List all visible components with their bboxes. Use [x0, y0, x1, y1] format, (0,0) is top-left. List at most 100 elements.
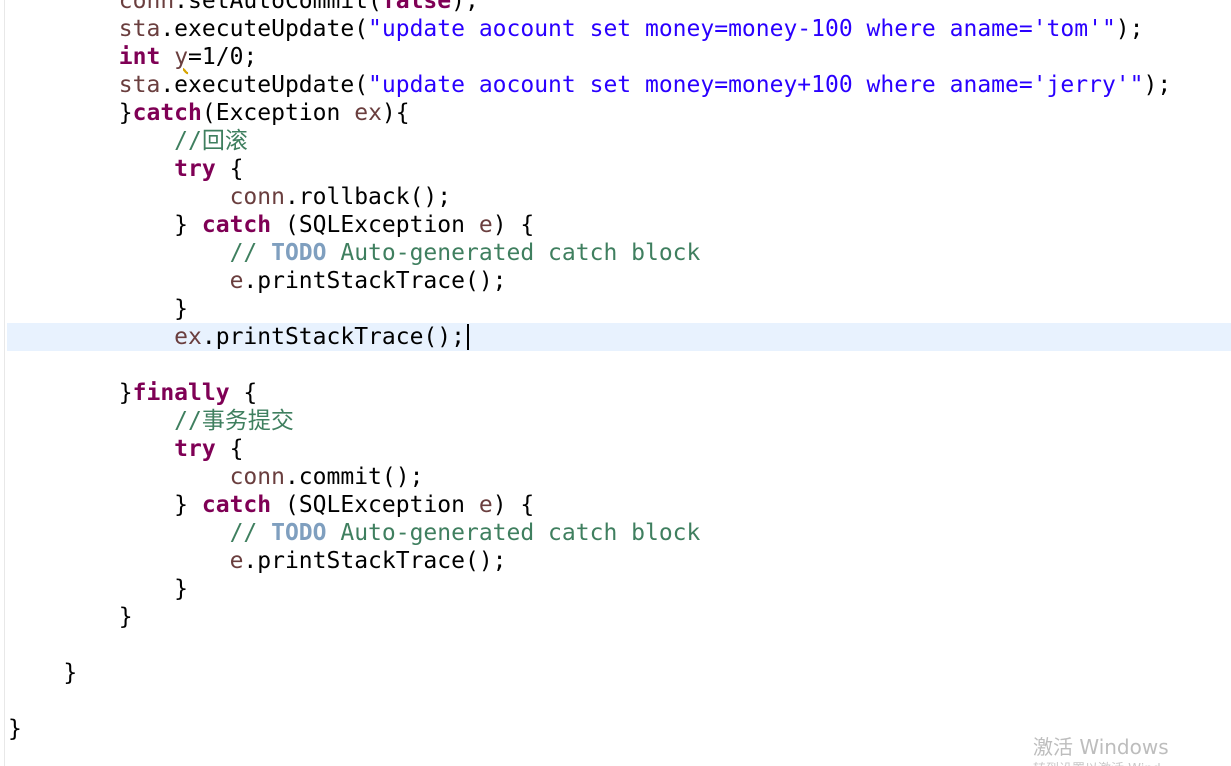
code-token: .commit(); [284, 464, 424, 490]
activate-windows-watermark: 激活 Windows [1033, 735, 1169, 759]
code-token: (SQLException [271, 212, 479, 238]
code-token: TODO [271, 240, 327, 266]
code-token: { [215, 436, 244, 462]
code-token: ); [1115, 16, 1144, 42]
code-token: } [174, 296, 189, 322]
code-token: (Exception [201, 100, 355, 126]
code-token: sta [118, 16, 161, 42]
code-line[interactable]: try { [8, 435, 243, 463]
code-token: .executeUpdate( [160, 16, 369, 42]
code-token: e [229, 548, 244, 574]
code-token: //事务提交 [174, 408, 294, 434]
code-token: conn [229, 464, 285, 490]
code-line[interactable]: } [8, 295, 188, 323]
code-token: } [63, 660, 78, 686]
code-line[interactable]: conn.setAutoCommit(false); [8, 0, 479, 15]
code-token: ex [174, 324, 202, 350]
code-token: e [229, 268, 244, 294]
code-token: ){ [381, 100, 410, 126]
code-token: e [478, 212, 493, 238]
code-line[interactable]: } [8, 603, 133, 631]
code-line[interactable]: int y=1/0; [8, 43, 258, 71]
code-editor[interactable]: conn.setAutoCommit(false); sta.executeUp… [0, 0, 1231, 766]
activate-windows-watermark-subtitle: 转到设置以激活 Wind [1033, 758, 1161, 766]
code-line[interactable]: e.printStackTrace(); [8, 547, 507, 575]
code-line[interactable]: } [8, 659, 77, 687]
code-token: .rollback(); [284, 184, 452, 210]
code-token: finally [132, 380, 230, 406]
code-token: y [174, 44, 189, 70]
code-token: catch [132, 100, 202, 126]
code-token: } [118, 380, 133, 406]
code-line[interactable]: }finally { [8, 379, 258, 407]
code-token: ); [1143, 72, 1172, 98]
code-token: { [215, 156, 244, 182]
code-line[interactable]: e.printStackTrace(); [8, 267, 507, 295]
code-token: false [381, 0, 452, 14]
code-token: try [174, 436, 216, 462]
code-token: Auto-generated catch block [326, 520, 701, 546]
code-token: conn [118, 0, 175, 14]
code-token: "update aocount set money=money+100 wher… [368, 72, 1144, 98]
code-line[interactable]: sta.executeUpdate("update aocount set mo… [8, 71, 1171, 99]
code-token: ); [451, 0, 479, 14]
code-line[interactable]: }catch(Exception ex){ [8, 99, 410, 127]
code-token: catch [201, 212, 272, 238]
code-token: try [174, 156, 216, 182]
code-line[interactable]: //回滚 [8, 127, 248, 155]
code-token: } [174, 212, 202, 238]
code-token: .printStackTrace(); [201, 324, 465, 350]
code-token: =1/0; [188, 44, 258, 70]
code-token: // [229, 520, 272, 546]
code-line[interactable]: } [8, 715, 22, 743]
code-line[interactable]: } catch (SQLException e) { [8, 491, 534, 519]
code-line[interactable]: } catch (SQLException e) { [8, 211, 534, 239]
code-token: } [174, 576, 189, 602]
text-cursor [466, 324, 469, 350]
code-line[interactable]: try { [8, 155, 243, 183]
code-line[interactable]: sta.executeUpdate("update aocount set mo… [8, 15, 1144, 43]
code-line[interactable]: // TODO Auto-generated catch block [8, 519, 701, 547]
code-token: .setAutoCommit( [174, 0, 382, 14]
code-token: } [118, 100, 133, 126]
code-token: //回滚 [174, 128, 248, 154]
code-line[interactable]: // TODO Auto-generated catch block [8, 239, 701, 267]
code-line[interactable]: conn.commit(); [8, 463, 424, 491]
code-token: // [229, 240, 272, 266]
code-token: e [478, 492, 493, 518]
code-token: } [174, 492, 202, 518]
code-token: .printStackTrace(); [243, 548, 507, 574]
code-token: int [118, 44, 161, 70]
code-token: "update aocount set money=money-100 wher… [368, 16, 1116, 42]
code-line[interactable]: ex.printStackTrace(); [8, 323, 469, 351]
code-line[interactable]: } [8, 575, 188, 603]
editor-left-border [4, 0, 5, 766]
code-token: conn [229, 184, 285, 210]
code-token: } [118, 604, 133, 630]
code-line[interactable]: //事务提交 [8, 407, 294, 435]
code-line[interactable]: conn.rollback(); [8, 183, 452, 211]
code-token: ) { [492, 212, 535, 238]
